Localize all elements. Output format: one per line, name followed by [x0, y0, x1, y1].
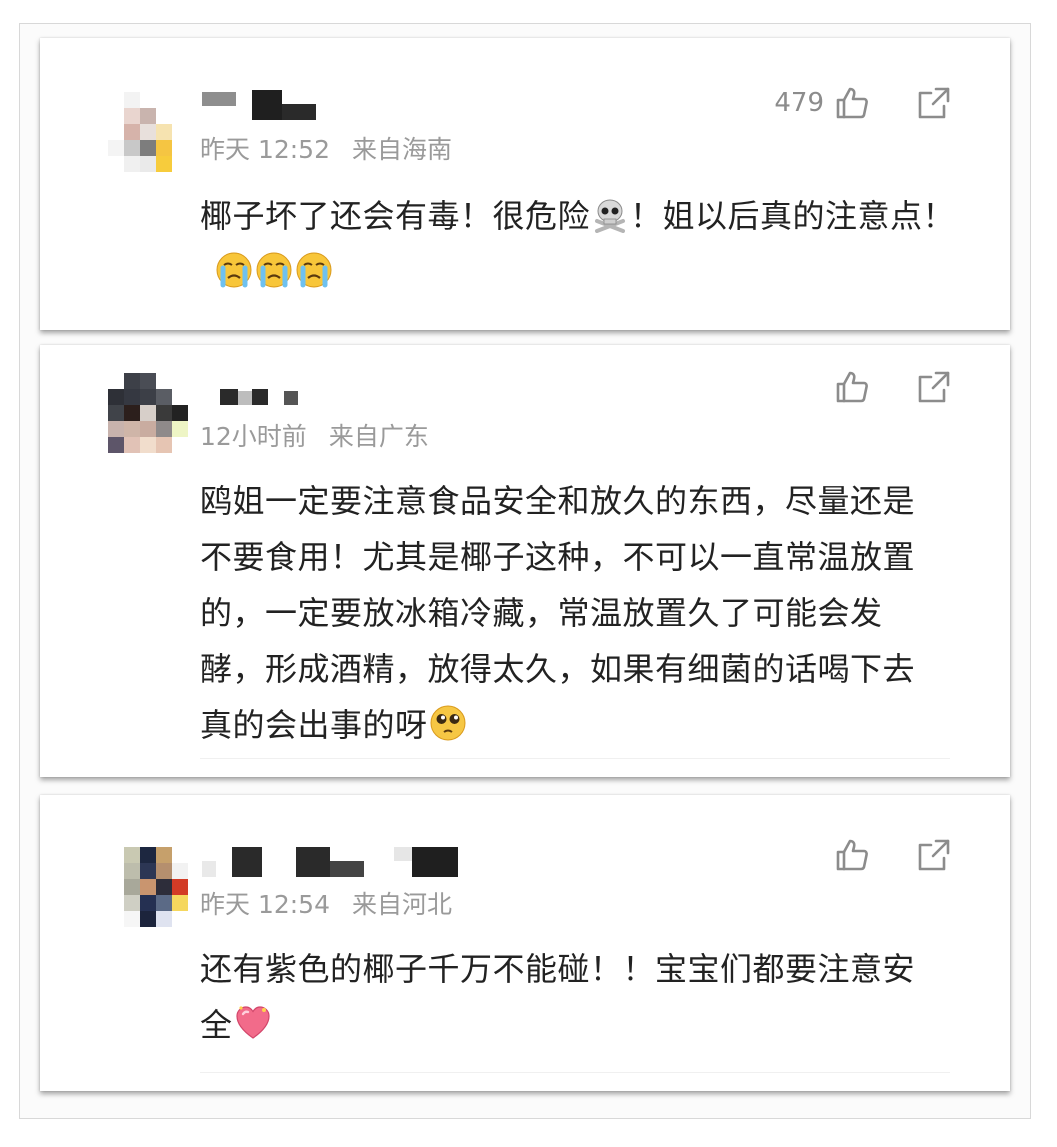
pleading-face-emoji — [429, 704, 467, 742]
skull-crossbones-emoji — [591, 195, 629, 233]
comment-text-part: ！姐以后真的注意点！ — [630, 197, 956, 235]
avatar[interactable] — [108, 92, 188, 172]
like-count: 479 — [774, 88, 824, 118]
crying-face-emoji — [255, 251, 293, 289]
share-icon[interactable] — [916, 369, 952, 405]
comment-card: 昨天 12:52 来自海南 479 椰子坏了还会有毒！很危险 ！姐以后真的注意点！ — [40, 38, 1010, 330]
comment-text: 椰子坏了还会有毒！很危险 ！姐以后真的注意点！ — [200, 188, 960, 300]
share-icon[interactable] — [916, 85, 952, 121]
comment-text-part: 椰子坏了还会有毒！很危险 — [200, 197, 591, 235]
divider — [200, 758, 950, 759]
thumbs-up-icon[interactable] — [834, 369, 870, 405]
heart-emoji — [234, 1004, 272, 1042]
comment-time: 昨天 12:52 — [200, 135, 330, 164]
crying-face-emoji — [215, 251, 253, 289]
comment-meta: 12小时前 来自广东 — [200, 417, 429, 453]
comment-time: 昨天 12:54 — [200, 890, 330, 919]
comment-meta: 昨天 12:52 来自海南 — [200, 130, 452, 166]
comment-time: 12小时前 — [200, 422, 307, 451]
crying-face-emoji — [295, 251, 333, 289]
thumbs-up-icon[interactable] — [834, 85, 870, 121]
comment-text: 还有紫色的椰子千万不能碰！！宝宝们都要注意安全 — [200, 941, 940, 1053]
comment-location: 来自河北 — [352, 890, 453, 919]
avatar[interactable] — [108, 847, 188, 927]
comment-meta: 昨天 12:54 来自河北 — [200, 885, 452, 921]
comment-location: 来自广东 — [328, 422, 429, 451]
share-icon[interactable] — [916, 837, 952, 873]
comment-card: 12小时前 来自广东 鸥姐一定要注意食品安全和放久的东西，尽量还是不要食用！尤其是… — [40, 345, 1010, 777]
comment-location: 来自海南 — [352, 135, 453, 164]
comment-text: 鸥姐一定要注意食品安全和放久的东西，尽量还是不要食用！尤其是椰子这种，不可以一直… — [200, 473, 940, 753]
comment-text-part: 鸥姐一定要注意食品安全和放久的东西，尽量还是不要食用！尤其是椰子这种，不可以一直… — [200, 482, 916, 744]
comment-card: 昨天 12:54 来自河北 还有紫色的椰子千万不能碰！！宝宝们都要注意安全 — [40, 795, 1010, 1091]
avatar[interactable] — [108, 373, 188, 453]
divider — [200, 1072, 950, 1073]
comment-text-part: 还有紫色的椰子千万不能碰！！宝宝们都要注意安全 — [200, 950, 916, 1044]
thumbs-up-icon[interactable] — [834, 837, 870, 873]
